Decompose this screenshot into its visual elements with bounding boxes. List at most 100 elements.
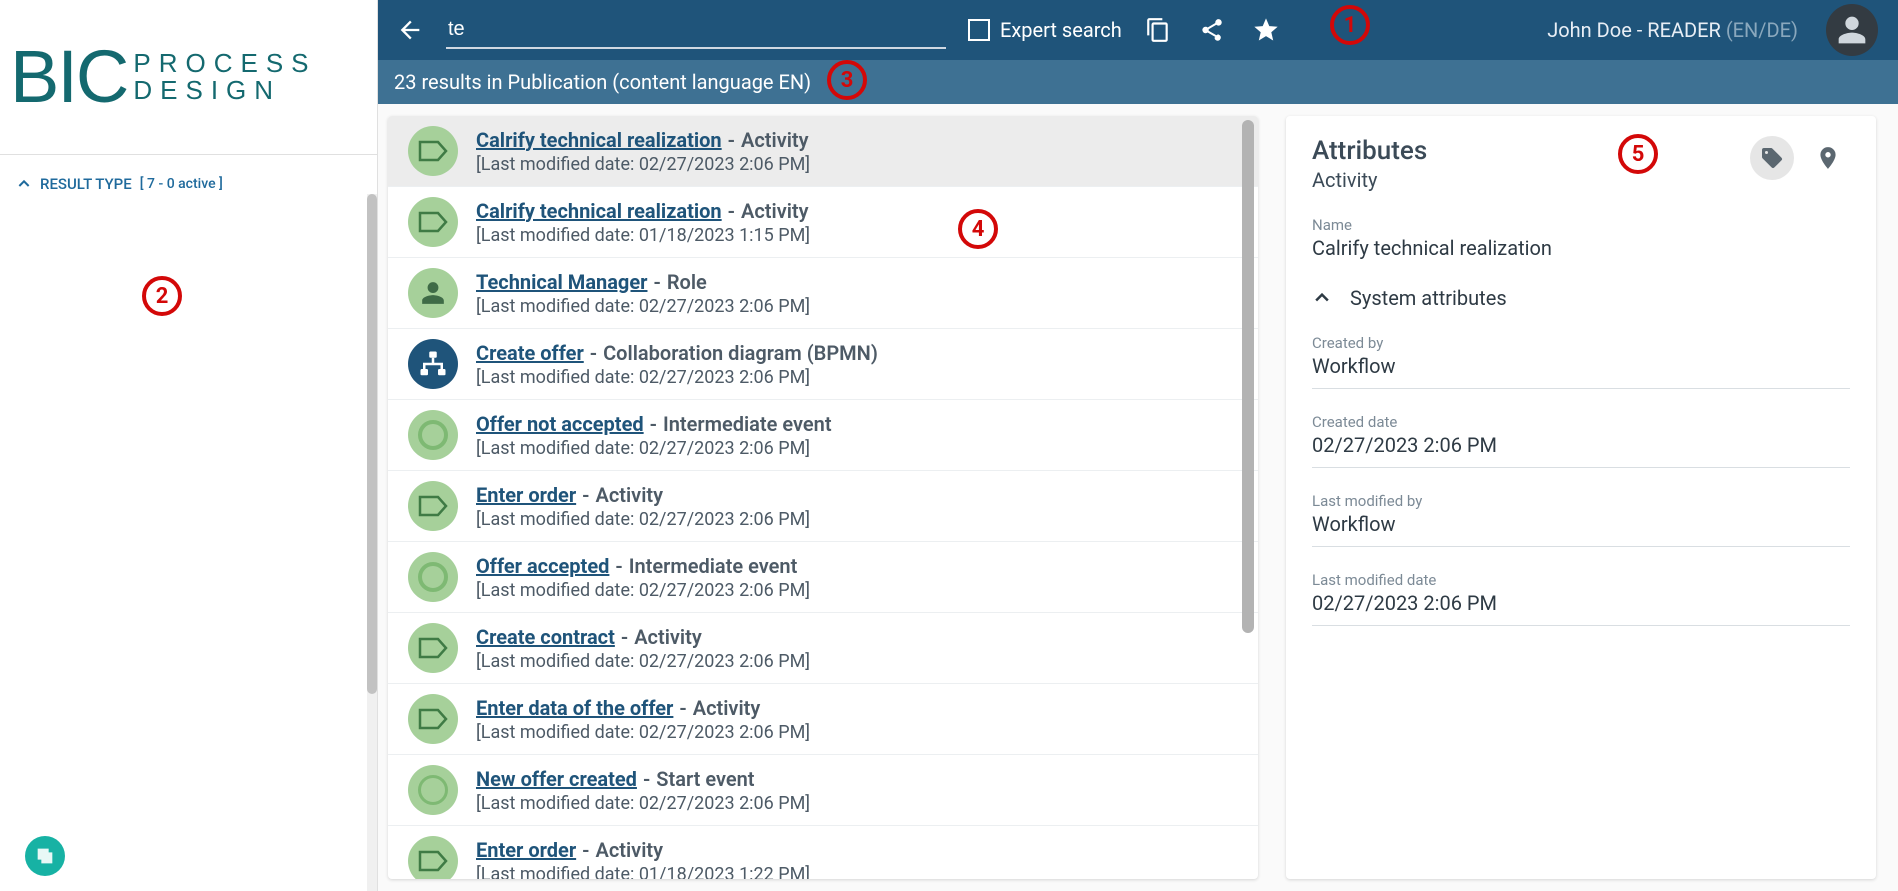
- type-badge-icon: [408, 126, 458, 176]
- result-row[interactable]: Offer not accepted - Intermediate event[…: [388, 400, 1258, 471]
- result-meta: [Last modified date: 02/27/2023 2:06 PM]: [476, 367, 1234, 388]
- result-title[interactable]: Create contract: [476, 625, 615, 649]
- tag-icon[interactable]: [1750, 136, 1794, 180]
- result-title[interactable]: Enter data of the offer: [476, 696, 673, 720]
- result-type: Role: [667, 270, 707, 294]
- location-icon[interactable]: [1806, 136, 1850, 180]
- facet-result-type[interactable]: RESULT TYPE [ 7 - 0 active ]: [16, 175, 361, 193]
- chevron-up-icon: [1312, 288, 1332, 308]
- result-title[interactable]: Technical Manager: [476, 270, 647, 294]
- result-body: Enter order - Activity[Last modified dat…: [476, 483, 1234, 530]
- result-row[interactable]: Calrify technical realization - Activity…: [388, 187, 1258, 258]
- type-badge-icon: [408, 552, 458, 602]
- result-row[interactable]: Offer accepted - Intermediate event[Last…: [388, 542, 1258, 613]
- result-type: Intermediate event: [663, 412, 832, 436]
- user-menu-button[interactable]: [1826, 4, 1878, 56]
- result-type: Activity: [693, 696, 761, 720]
- result-type: Activity: [595, 838, 663, 862]
- content-columns: Calrify technical realization - Activity…: [378, 104, 1898, 891]
- system-attributes-label: System attributes: [1350, 286, 1507, 310]
- result-title[interactable]: Calrify technical realization: [476, 128, 722, 152]
- result-title[interactable]: Offer accepted: [476, 554, 609, 578]
- logo-text-process-design: PROCESS DESIGN: [133, 50, 316, 105]
- result-body: Enter order - Activity [Last modified dat…: [476, 838, 1234, 880]
- attr-label: Last modified by: [1312, 492, 1850, 510]
- attr-label: Last modified date: [1312, 571, 1850, 589]
- attr-value: Workflow: [1312, 354, 1850, 389]
- result-row[interactable]: Create offer - Collaboration diagram (BP…: [388, 329, 1258, 400]
- result-separator: -: [621, 625, 628, 649]
- result-body: Enter data of the offer - Activity[Last …: [476, 696, 1234, 743]
- expert-search-toggle[interactable]: Expert search: [968, 18, 1122, 42]
- type-badge-icon: [408, 694, 458, 744]
- result-row[interactable]: Enter order - Activity[Last modified dat…: [388, 471, 1258, 542]
- chevron-up-icon: [16, 176, 32, 192]
- main-area: Expert search John Doe - READER (EN/DE): [378, 0, 1898, 891]
- copy-button[interactable]: [1140, 12, 1176, 48]
- attr-label: Created date: [1312, 413, 1850, 431]
- result-body: New offer created - Start event[Last mod…: [476, 767, 1234, 814]
- user-role: READER: [1647, 18, 1721, 42]
- attr-name-label: Name: [1312, 216, 1850, 234]
- result-type: Intermediate event: [629, 554, 798, 578]
- result-row[interactable]: Calrify technical realization - Activity…: [388, 116, 1258, 187]
- results-summary-text: 23 results in Publication (content langu…: [394, 70, 811, 94]
- result-meta: [Last modified date: 02/27/2023 2:06 PM]: [476, 651, 1234, 672]
- result-body: Create offer - Collaboration diagram (BP…: [476, 341, 1234, 388]
- result-separator: -: [728, 128, 735, 152]
- result-body: Offer accepted - Intermediate event[Last…: [476, 554, 1234, 601]
- share-button[interactable]: [1194, 12, 1230, 48]
- result-body: Calrify technical realization - Activity…: [476, 199, 1234, 246]
- sidebar-scrollbar[interactable]: [367, 194, 377, 891]
- result-meta: [Last modified date: 02/27/2023 2:06 PM]: [476, 154, 1234, 175]
- result-separator: -: [643, 767, 650, 791]
- facet-label: RESULT TYPE: [40, 175, 132, 193]
- result-type: Activity: [741, 199, 809, 223]
- result-separator: -: [653, 270, 660, 294]
- type-badge-icon: [408, 197, 458, 247]
- attr-value: Workflow: [1312, 512, 1850, 547]
- attributes-panel: Attributes Activity Name Calrify t: [1286, 116, 1876, 879]
- topbar: Expert search John Doe - READER (EN/DE): [378, 0, 1898, 60]
- result-row[interactable]: Enter data of the offer - Activity[Last …: [388, 684, 1258, 755]
- result-row[interactable]: Create contract - Activity[Last modified…: [388, 613, 1258, 684]
- attributes-title: Attributes: [1312, 136, 1427, 166]
- result-meta: [Last modified date: 01/18/2023 1:22 PM]: [476, 864, 1234, 880]
- logo-area: BIC PROCESS DESIGN: [0, 0, 377, 155]
- result-title[interactable]: New offer created: [476, 767, 637, 791]
- result-separator: -: [582, 838, 589, 862]
- system-attributes-toggle[interactable]: System attributes: [1312, 286, 1850, 310]
- result-separator: -: [615, 554, 622, 578]
- results-panel: Calrify technical realization - Activity…: [388, 116, 1258, 879]
- result-body: Calrify technical realization - Activity…: [476, 128, 1234, 175]
- type-badge-icon: [408, 836, 458, 879]
- type-badge-icon: [408, 623, 458, 673]
- result-title[interactable]: Calrify technical realization: [476, 199, 722, 223]
- results-scrollbar[interactable]: [1242, 120, 1256, 875]
- attr-name-value: Calrify technical realization: [1312, 236, 1850, 260]
- result-title[interactable]: Enter order: [476, 838, 576, 862]
- help-button[interactable]: [25, 836, 65, 876]
- facet-count: [ 7 - 0 active ]: [140, 176, 223, 192]
- result-meta: [Last modified date: 02/27/2023 2:06 PM]: [476, 722, 1234, 743]
- result-title[interactable]: Create offer: [476, 341, 584, 365]
- result-body: Offer not accepted - Intermediate event[…: [476, 412, 1234, 459]
- result-title[interactable]: Offer not accepted: [476, 412, 644, 436]
- result-type: Collaboration diagram (BPMN): [603, 341, 878, 365]
- favorite-button[interactable]: [1248, 12, 1284, 48]
- result-meta: [Last modified date: 01/18/2023 1:15 PM]: [476, 225, 1234, 246]
- result-row[interactable]: Technical Manager - Role[Last modified d…: [388, 258, 1258, 329]
- back-button[interactable]: [392, 12, 428, 48]
- result-separator: -: [728, 199, 735, 223]
- checkbox-icon: [968, 19, 990, 41]
- type-badge-icon: [408, 268, 458, 318]
- facets-panel: RESULT TYPE [ 7 - 0 active ]: [0, 155, 377, 891]
- result-meta: [Last modified date: 02/27/2023 2:06 PM]: [476, 509, 1234, 530]
- result-row[interactable]: Enter order - Activity [Last modified dat…: [388, 826, 1258, 879]
- result-title[interactable]: Enter order: [476, 483, 576, 507]
- result-meta: [Last modified date: 02/27/2023 2:06 PM]: [476, 580, 1234, 601]
- attr-label: Created by: [1312, 334, 1850, 352]
- result-meta: [Last modified date: 02/27/2023 2:06 PM]: [476, 793, 1234, 814]
- search-input[interactable]: [446, 12, 946, 49]
- result-row[interactable]: New offer created - Start event[Last mod…: [388, 755, 1258, 826]
